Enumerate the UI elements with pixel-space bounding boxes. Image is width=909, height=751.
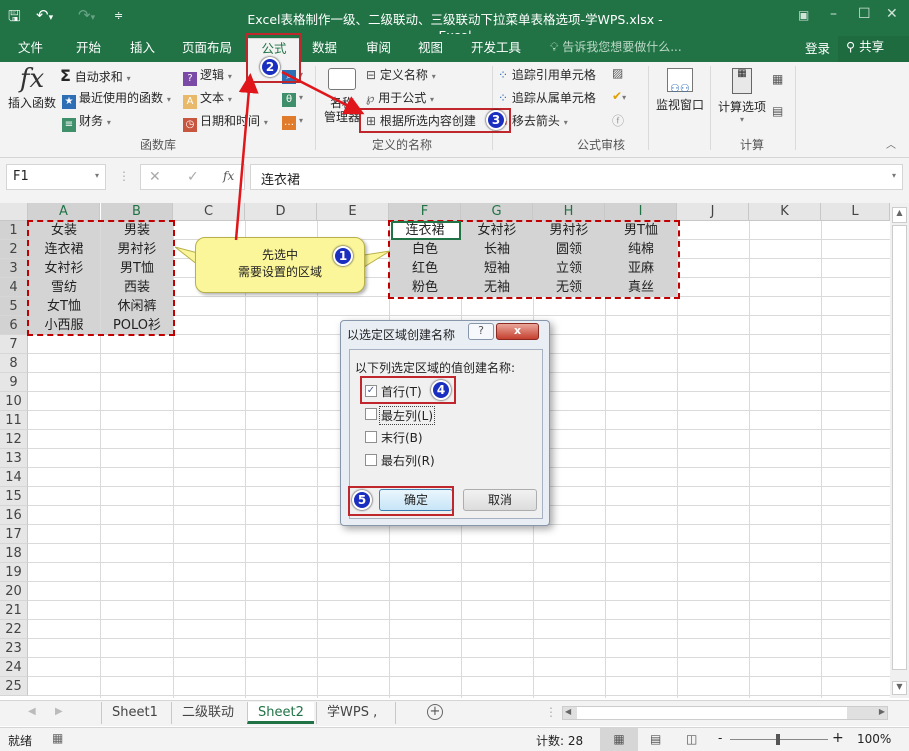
macro-record-icon[interactable]: ▦ [52,731,63,745]
zoom-slider-thumb[interactable] [776,734,780,745]
step-badge-2: 2 [260,57,280,77]
right-column-checkbox[interactable] [365,454,377,466]
zoom-out-button[interactable]: - [718,731,722,745]
next-sheet-icon[interactable]: ▶ [55,706,63,717]
dialog-title: 以选定区域创建名称 [347,328,456,342]
page-break-view-icon[interactable]: ◫ [686,732,697,746]
sheet-tab-sheet1[interactable]: Sheet1 [101,702,168,724]
tab-split-grip[interactable]: ⋮ [545,705,557,719]
sheet-tab-sheet2[interactable]: Sheet2 [247,702,314,724]
add-sheet-button[interactable]: + [427,704,443,720]
right-column-label[interactable]: 最右列(R) [381,452,435,469]
bottom-row-label[interactable]: 末行(B) [381,429,423,446]
horizontal-scrollbar[interactable]: ◀ ▶ [562,706,888,720]
cancel-button[interactable]: 取消 [463,489,537,511]
dialog-prompt: 以下列选定区域的值创建名称: [355,361,516,375]
scroll-down-icon[interactable]: ▼ [892,681,907,695]
zoom-level[interactable]: 100% [857,732,891,746]
zoom-in-button[interactable]: + [832,730,844,746]
page-layout-view-icon[interactable]: ▤ [650,732,661,746]
scroll-right-icon[interactable]: ▶ [879,707,885,716]
status-bar: 就绪 ▦ 计数: 28 ▦ ▤ ◫ - + 100% [0,727,909,751]
horizontal-scroll-thumb[interactable] [577,707,847,719]
step-badge-1: 1 [333,246,353,266]
bottom-row-checkbox[interactable] [365,431,377,443]
left-column-label[interactable]: 最左列(L) [379,406,436,425]
step-badge-3: 3 [486,110,506,130]
arrow-to-create [281,70,365,115]
scroll-up-icon[interactable]: ▲ [892,207,907,223]
scroll-left-icon[interactable]: ◀ [565,707,571,716]
vertical-scroll-thumb[interactable] [892,225,907,670]
dialog-close-button[interactable]: x [496,323,539,340]
normal-view-icon[interactable]: ▦ [600,728,638,751]
status-count: 计数: 28 [536,734,584,748]
step-badge-4: 4 [431,380,451,400]
prev-sheet-icon[interactable]: ◀ [28,706,36,717]
help-button[interactable]: ? [468,323,494,340]
step-badge-5: 5 [352,490,372,510]
cell-f1[interactable]: 连衣裙 [389,221,461,240]
left-column-checkbox[interactable] [365,408,377,420]
sheet-tab-level2[interactable]: 二级联动 [171,702,244,724]
arrow-to-tab [234,73,259,241]
status-ready: 就绪 [8,734,33,748]
vertical-scrollbar[interactable]: ▲ ▼ [890,203,909,698]
sheet-tab-xuewps[interactable]: 学WPS , [316,702,396,724]
